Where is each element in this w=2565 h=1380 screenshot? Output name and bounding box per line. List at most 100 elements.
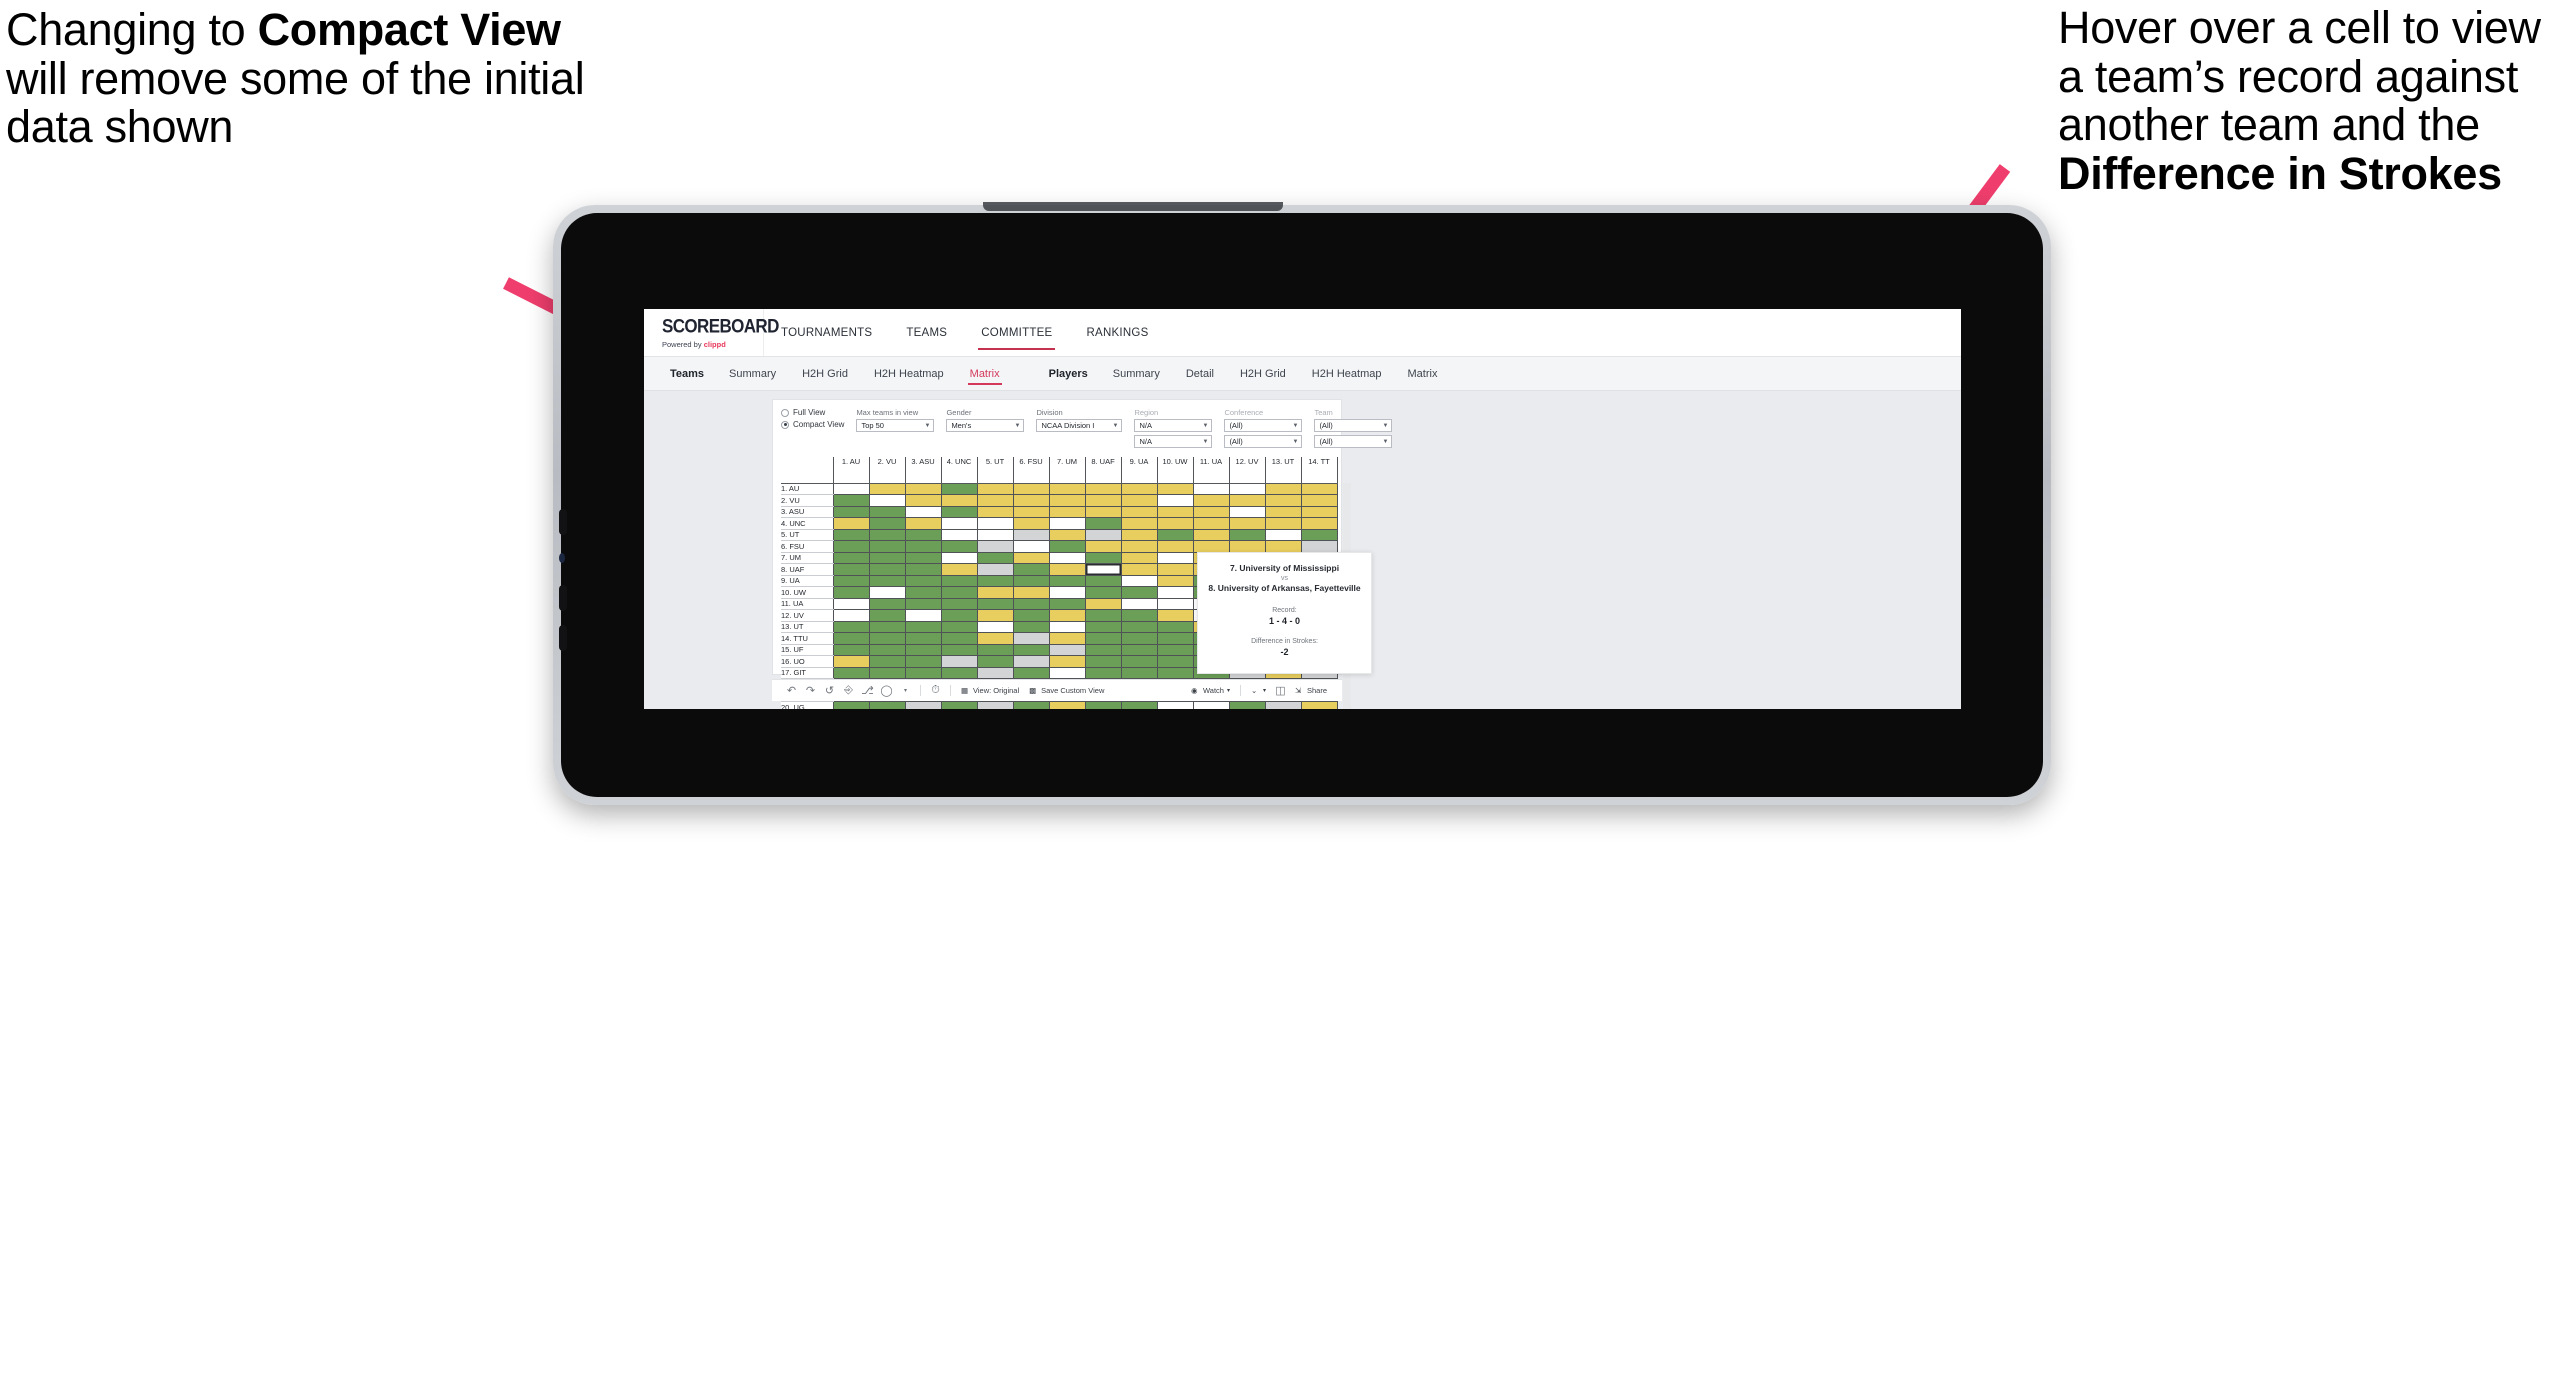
matrix-column-header[interactable]: 6. FSU [1012,457,1050,484]
matrix-cell[interactable] [1048,552,1086,564]
matrix-cell[interactable] [1156,552,1194,564]
filter-select-team-1[interactable]: (All) ▼ [1314,419,1393,432]
matrix-cell[interactable] [976,609,1014,622]
matrix-cell[interactable] [868,517,906,530]
matrix-cell[interactable] [1264,701,1302,709]
matrix-cell[interactable] [1120,540,1158,553]
matrix-cell[interactable] [1084,667,1122,679]
nav-item-teams[interactable]: TEAMS [889,309,964,356]
matrix-column-header[interactable]: 11. UA [1192,457,1230,484]
matrix-cell[interactable] [976,598,1014,610]
matrix-column-header[interactable]: 1. AU [832,457,870,484]
matrix-cell[interactable] [904,517,942,530]
matrix-cell[interactable] [1012,494,1050,507]
matrix-cell[interactable] [940,701,978,709]
matrix-cell[interactable] [832,609,870,622]
matrix-cell[interactable] [1084,517,1122,530]
matrix-cell[interactable] [832,644,870,656]
matrix-cell[interactable] [976,632,1014,645]
matrix-cell[interactable] [1084,621,1122,633]
matrix-cell[interactable] [1012,575,1050,587]
matrix-cell[interactable] [1264,540,1302,553]
radio-compact-view[interactable]: Compact View [781,420,844,429]
matrix-cell[interactable] [868,598,906,610]
matrix-column-header[interactable]: 9. UA [1120,457,1158,484]
matrix-cell[interactable] [940,529,978,541]
matrix-cell[interactable] [940,644,978,656]
matrix-cell[interactable] [1228,701,1266,709]
matrix-cell[interactable] [1156,667,1194,679]
tab-teams-h2h-grid[interactable]: H2H Grid [789,357,861,391]
matrix-cell[interactable] [904,494,942,507]
matrix-cell[interactable] [976,701,1014,709]
shape-dropdown-caret[interactable]: ▾ [896,680,915,702]
matrix-cell[interactable] [904,701,942,709]
matrix-cell[interactable] [904,644,942,656]
matrix-cell[interactable] [1084,655,1122,668]
matrix-cell[interactable] [1120,575,1158,587]
matrix-cell[interactable] [904,621,942,633]
matrix-cell[interactable] [1192,517,1230,530]
matrix-cell[interactable] [1120,655,1158,668]
matrix-cell[interactable] [1012,667,1050,679]
matrix-cell[interactable] [868,540,906,553]
matrix-cell[interactable] [1264,483,1302,495]
matrix-cell[interactable] [940,506,978,518]
matrix-cell[interactable] [868,529,906,541]
matrix-cell[interactable] [1048,632,1086,645]
matrix-cell[interactable] [868,483,906,495]
matrix-cell[interactable] [1084,540,1122,553]
matrix-cell[interactable] [1156,655,1194,668]
matrix-row-header[interactable]: 11. UA [781,598,833,610]
matrix-cell[interactable] [1048,609,1086,622]
matrix-cell[interactable] [868,586,906,599]
matrix-cell[interactable] [1048,575,1086,587]
redo-icon[interactable]: ↷ [801,680,820,702]
matrix-cell[interactable] [1120,563,1158,576]
matrix-cell[interactable] [1228,529,1266,541]
tab-players-summary[interactable]: Summary [1100,357,1173,391]
matrix-cell[interactable] [1084,506,1122,518]
matrix-cell[interactable] [868,552,906,564]
matrix-cell[interactable] [1156,701,1194,709]
matrix-cell[interactable] [1120,517,1158,530]
matrix-cell[interactable] [868,609,906,622]
matrix-row-header[interactable]: 1. AU [781,483,833,495]
matrix-row-header[interactable]: 17. GIT [781,667,833,679]
matrix-cell[interactable] [1084,632,1122,645]
matrix-cell[interactable] [940,621,978,633]
matrix-cell[interactable] [1048,655,1086,668]
filter-select-max-teams-in-view[interactable]: Top 50 ▼ [856,419,935,432]
matrix-cell[interactable] [940,655,978,668]
matrix-cell[interactable] [1300,540,1338,553]
matrix-column-header[interactable]: 14. TT [1300,457,1338,484]
matrix-cell[interactable] [1048,494,1086,507]
matrix-cell[interactable] [1156,563,1194,576]
matrix-cell[interactable] [1156,517,1194,530]
matrix-cell[interactable] [1048,506,1086,518]
matrix-cell[interactable] [1012,552,1050,564]
matrix-cell[interactable] [1048,701,1086,709]
matrix-cell[interactable] [1012,701,1050,709]
matrix-cell[interactable] [1012,632,1050,645]
matrix-cell[interactable] [1084,575,1122,587]
matrix-cell[interactable] [1084,586,1122,599]
matrix-cell[interactable] [868,563,906,576]
matrix-cell[interactable] [1156,575,1194,587]
matrix-cell[interactable] [1012,529,1050,541]
matrix-cell[interactable] [904,552,942,564]
matrix-row-header[interactable]: 4. UNC [781,517,833,530]
matrix-cell[interactable] [1264,494,1302,507]
refresh-data-icon[interactable]: ⎆ [839,680,858,702]
download-caret-icon[interactable]: ▾ [1263,687,1266,694]
matrix-cell[interactable] [1156,529,1194,541]
matrix-cell[interactable] [940,632,978,645]
matrix-cell[interactable] [832,483,870,495]
matrix-cell[interactable] [1300,517,1338,530]
matrix-cell[interactable] [1120,701,1158,709]
matrix-cell[interactable] [940,540,978,553]
matrix-cell[interactable] [832,586,870,599]
matrix-column-header[interactable]: 5. UT [976,457,1014,484]
undo-icon[interactable]: ↶ [782,680,801,702]
matrix-cell[interactable] [1228,540,1266,553]
